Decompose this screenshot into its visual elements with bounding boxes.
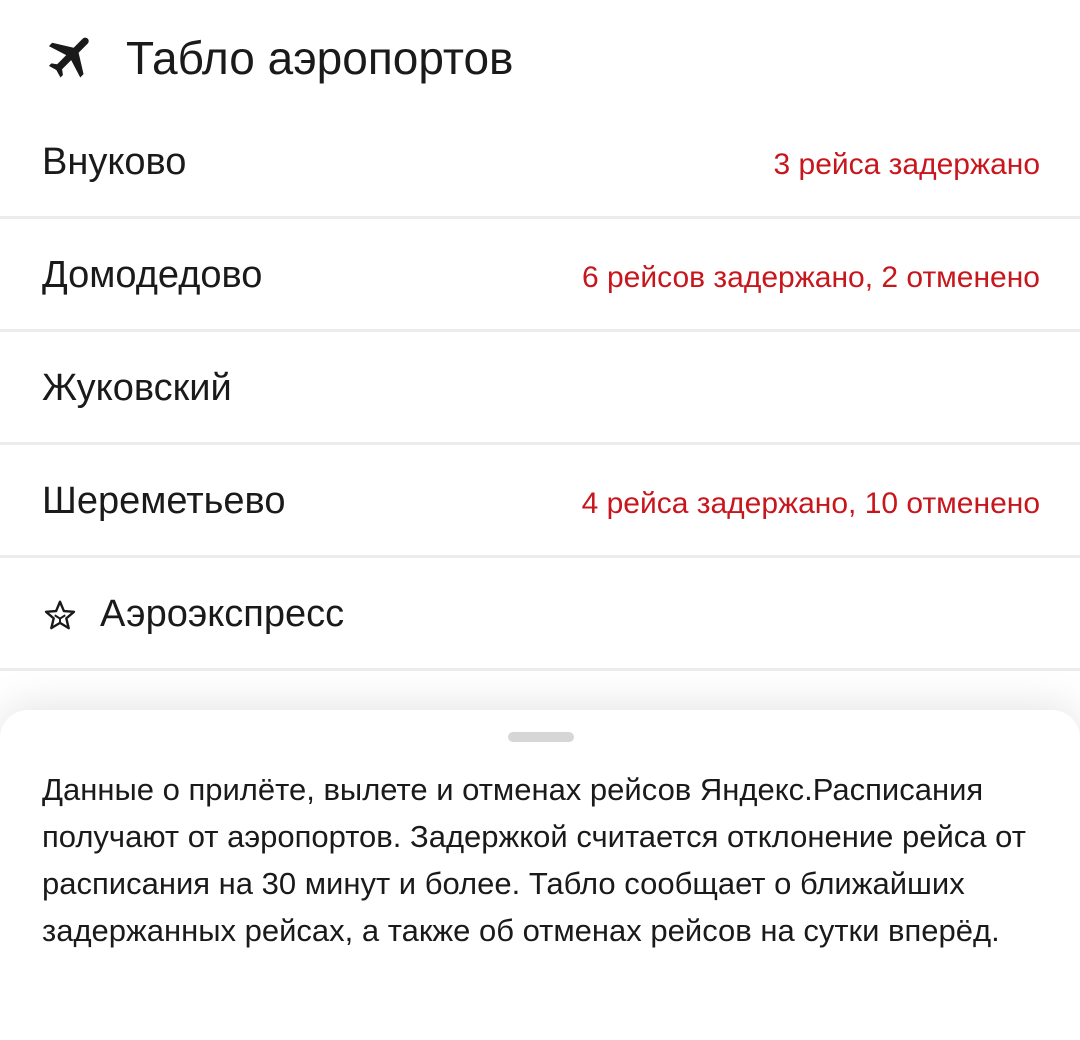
airport-status: 3 рейса задержано (773, 148, 1040, 181)
airport-row-sheremetyevo[interactable]: Шереметьево 4 рейса задержано, 10 отмене… (0, 445, 1080, 558)
airport-row-zhukovsky[interactable]: Жуковский (0, 332, 1080, 445)
airport-name: Жуковский (42, 367, 232, 409)
airport-row-vnukovo[interactable]: Внуково 3 рейса задержано (0, 106, 1080, 219)
airport-name: Домодедово (42, 254, 263, 296)
airport-row-domodedovo[interactable]: Домодедово 6 рейсов задержано, 2 отменен… (0, 219, 1080, 332)
airport-name: Внуково (42, 141, 187, 183)
info-text: Данные о прилёте, вылете и отменах рейсо… (42, 772, 1026, 948)
drag-handle[interactable] (508, 732, 574, 742)
aeroexpress-star-icon (44, 600, 76, 630)
page-title: Табло аэропортов (126, 32, 514, 84)
airport-list: Внуково 3 рейса задержано Домодедово 6 р… (0, 106, 1080, 671)
airplane-icon (48, 37, 89, 78)
header: Табло аэропортов (0, 0, 1080, 118)
info-bottom-sheet: Данные о прилёте, вылете и отменах рейсо… (0, 710, 1080, 1040)
airport-status: 4 рейса задержано, 10 отменено (581, 487, 1040, 520)
aeroexpress-name: Аэроэкспресс (100, 593, 345, 635)
airport-name: Шереметьево (42, 480, 286, 522)
aeroexpress-row[interactable]: Аэроэкспресс (0, 558, 1080, 671)
airport-status: 6 рейсов задержано, 2 отменено (581, 261, 1040, 294)
